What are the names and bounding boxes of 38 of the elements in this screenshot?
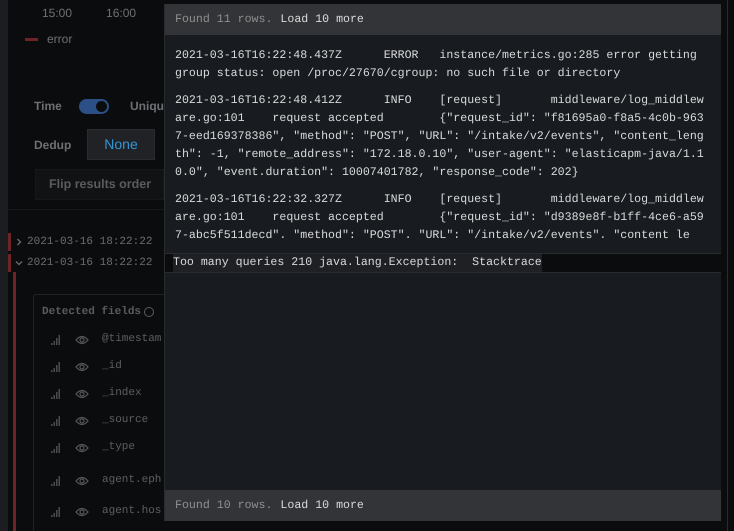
time-label: Time — [34, 98, 63, 115]
bar-chart-icon[interactable] — [51, 388, 60, 398]
eye-icon[interactable] — [75, 388, 89, 398]
field-name: _type — [102, 440, 136, 456]
legend-label: error — [47, 31, 72, 48]
bar-chart-icon[interactable] — [51, 416, 60, 426]
bar-chart-icon[interactable] — [51, 334, 60, 344]
field-name: agent.hos — [102, 504, 162, 520]
log-entry: 2021-03-16T16:22:48.412Z INFO [request] middleware/log_middleware.go:101 request accepted {"request_id": "f81695a0-f8a5-4c0b-9637-eed169378386", "method": "POST", "URL": "/intake/v2/events", "content_length": -1, "remote_address": "172.18.0.10", "user-agent": "elasticapm-java/1.10.0", "event.duration": 10007401782, "response_code": 202} — [175, 93, 704, 181]
field-name: _source — [102, 413, 148, 428]
eye-icon[interactable] — [75, 416, 89, 426]
field-name: @timestam — [102, 332, 162, 348]
axis-label: 15:00 — [42, 5, 72, 22]
dedup-label: Dedup — [34, 136, 72, 154]
eye-icon[interactable] — [75, 476, 89, 486]
eye-icon[interactable] — [75, 506, 89, 516]
time-toggle[interactable] — [79, 98, 109, 114]
eye-icon[interactable] — [75, 362, 89, 372]
unique-label: Uniqu — [130, 98, 164, 115]
eye-icon[interactable] — [75, 442, 89, 452]
log-entry: 2021-03-16T16:22:48.437Z ERROR instance/metrics.go:285 error getting group status: open /proc/27670/cgroup: no such file or directory — [175, 48, 698, 82]
field-name: agent.eph — [102, 473, 162, 488]
log-entry: 2021-03-16T16:22:32.327Z INFO [request] middleware/log_middleware.go:101 request accepted {"request_id": "d9389e8f-b1ff-4ce6-a597-abc5f511decd". "method": "POST". "URL": "/intake/v2/events". "content le — [175, 192, 704, 244]
rows-found-text: Found 11 rows. — [175, 12, 272, 28]
axis-label: 16:00 — [106, 5, 136, 22]
field-name: _id — [102, 359, 122, 374]
bar-chart-icon[interactable] — [51, 362, 60, 372]
bar-chart-icon[interactable] — [51, 476, 60, 486]
bar-chart-icon[interactable] — [51, 506, 60, 516]
load-more-link[interactable]: Load 10 more — [280, 10, 364, 28]
flip-results-button[interactable]: Flip results order — [35, 169, 164, 200]
dedup-option[interactable]: None — [87, 129, 155, 160]
field-name: _index — [102, 386, 142, 402]
bar-chart-icon[interactable] — [51, 442, 60, 452]
eye-icon[interactable] — [75, 334, 89, 344]
fields-title: Detected fields — [42, 304, 142, 320]
load-more-link[interactable]: Load 10 more — [280, 496, 364, 514]
rows-found-text: Found 10 rows. — [175, 498, 272, 514]
